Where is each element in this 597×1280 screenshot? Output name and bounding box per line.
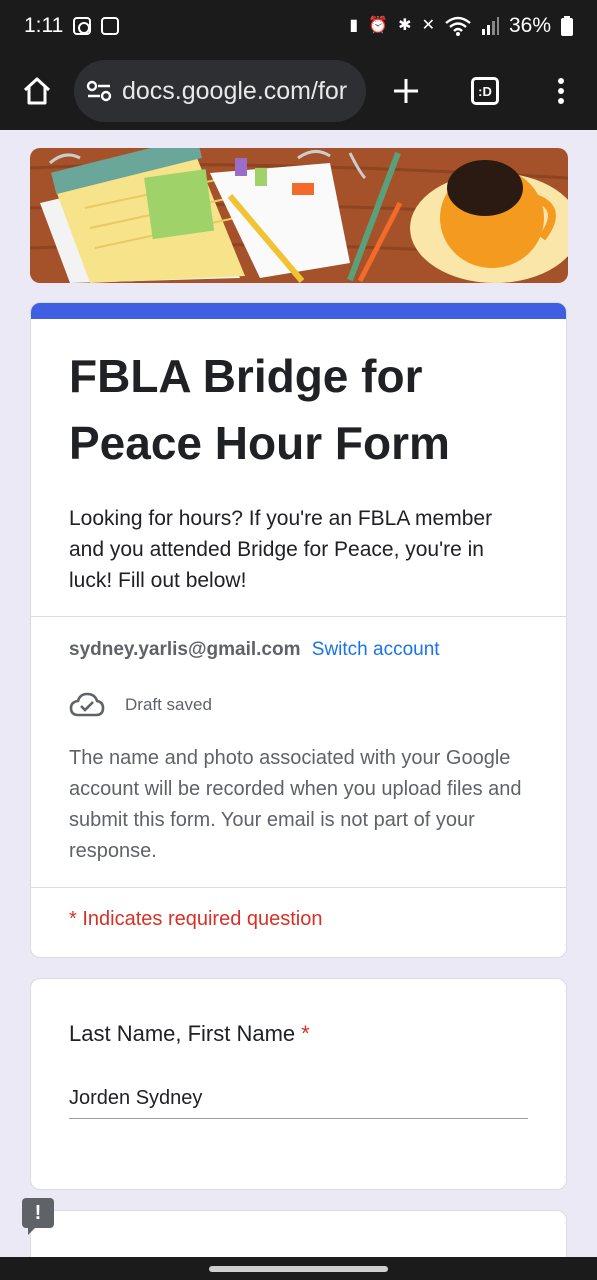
- home-icon: [23, 77, 51, 105]
- feedback-button[interactable]: !: [22, 1198, 54, 1235]
- gallery-icon: [101, 17, 120, 35]
- home-button[interactable]: [0, 52, 74, 130]
- signal-icon: [481, 17, 499, 35]
- form-header-banner: [30, 148, 568, 283]
- privacy-notice: The name and photo associated with your …: [69, 747, 522, 862]
- browser-toolbar: docs.google.com/for :D: [0, 52, 597, 130]
- page-content: FBLA Bridge for Peace Hour Form Looking …: [0, 130, 597, 1257]
- battery-icon: [561, 16, 573, 36]
- desk-illustration: [30, 148, 568, 283]
- address-bar[interactable]: docs.google.com/for: [74, 60, 366, 122]
- url-text: docs.google.com/for: [122, 76, 348, 105]
- mute-icon: ✕: [421, 17, 435, 34]
- required-notice: * Indicates required question: [69, 908, 323, 930]
- name-input[interactable]: Jorden Sydney: [69, 1047, 528, 1119]
- draft-status-row: Draft saved: [31, 661, 566, 719]
- tab-switcher-icon: :D: [471, 77, 499, 105]
- status-time: 1:11: [24, 14, 64, 37]
- wifi-icon: [445, 16, 471, 36]
- cloud-done-icon: [69, 692, 105, 717]
- form-description: Looking for hours? If you're an FBLA mem…: [69, 507, 493, 592]
- draft-status: Draft saved: [125, 695, 212, 714]
- feedback-icon: !: [34, 1201, 42, 1224]
- battery-percent: 36%: [508, 14, 551, 37]
- next-question-card: [30, 1210, 567, 1257]
- tab-switcher-label: :D: [478, 83, 492, 99]
- instagram-icon: [73, 17, 92, 35]
- system-nav-bar: [0, 1257, 597, 1280]
- form-title-card: FBLA Bridge for Peace Hour Form Looking …: [30, 302, 567, 958]
- status-bar: 1:11 ▮ ⏰ ✱ ✕ 36%: [0, 0, 597, 52]
- account-row: sydney.yarlis@gmail.com Switch account: [31, 617, 566, 661]
- question-label: Last Name, First Name *: [31, 979, 566, 1047]
- switch-account-link[interactable]: Switch account: [312, 639, 440, 660]
- battery-saver-icon: ▮: [349, 17, 359, 34]
- home-gesture-handle[interactable]: [209, 1266, 388, 1272]
- overflow-menu-button[interactable]: [524, 52, 597, 130]
- site-settings-icon: [86, 80, 112, 102]
- required-star: *: [301, 1021, 310, 1046]
- account-email: sydney.yarlis@gmail.com: [69, 639, 301, 660]
- tab-switcher-button[interactable]: :D: [446, 52, 524, 130]
- form-title: FBLA Bridge for Peace Hour Form: [69, 350, 450, 469]
- question-label-text: Last Name, First Name: [69, 1021, 296, 1046]
- title-accent-bar: [31, 303, 566, 319]
- question-card: Last Name, First Name * Jorden Sydney: [30, 978, 567, 1190]
- new-tab-button[interactable]: [366, 52, 446, 130]
- bluetooth-icon: ✱: [398, 17, 412, 34]
- plus-icon: [394, 79, 418, 103]
- more-vert-icon: [557, 78, 564, 104]
- status-left: 1:11: [24, 14, 120, 38]
- alarm-icon: ⏰: [368, 17, 389, 34]
- status-right: ▮ ⏰ ✱ ✕ 36%: [349, 14, 573, 38]
